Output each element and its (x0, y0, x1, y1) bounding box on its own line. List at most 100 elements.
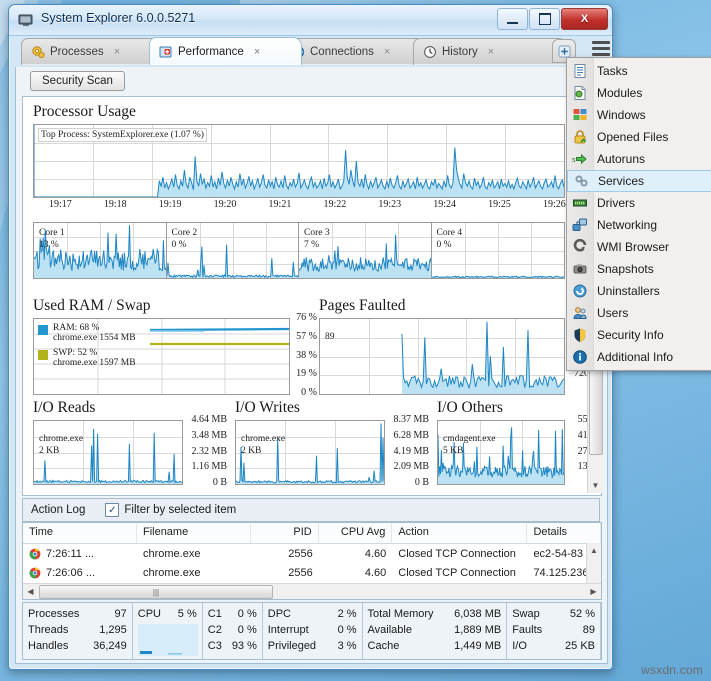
column-header-cpu-avg[interactable]: CPU Avg (319, 523, 393, 543)
swap-label: SWP: 52 % (53, 348, 136, 358)
status-value: 1,889 MB (454, 622, 501, 638)
hscrollbar-thumb[interactable]: ||| (39, 585, 273, 599)
status-row: I/O25 KB (512, 638, 595, 654)
core-chart-3: Core 37 % (298, 222, 433, 279)
status-row: Swap52 % (512, 606, 595, 622)
scroll-up-icon[interactable]: ▲ (587, 543, 601, 557)
core-name: Core 3 (304, 227, 330, 239)
status-row: CPU5 % (138, 606, 197, 622)
tab-connections[interactable]: Connections × (281, 38, 432, 65)
column-header-time[interactable]: Time (23, 523, 137, 543)
scroll-down-icon[interactable]: ▼ (588, 478, 603, 493)
menu-item-label: Opened Files (597, 130, 668, 144)
menu-item-additional-info[interactable]: Additional Info (567, 346, 711, 368)
tab-strip: Processes × Performance × (9, 36, 612, 64)
services-gear-icon (572, 173, 590, 189)
tab-close-icon[interactable]: × (254, 46, 260, 58)
action-log-header: Action Log ✓ Filter by selected item (22, 498, 600, 522)
menu-item-tasks[interactable]: Tasks (567, 60, 711, 82)
info-icon (571, 349, 589, 365)
wmi-icon (571, 239, 589, 255)
shield-icon (571, 327, 589, 343)
x-tick: 19:20 (214, 199, 237, 210)
svg-text:s: s (572, 157, 576, 164)
tab-history[interactable]: History × (413, 38, 568, 65)
menu-item-opened-files[interactable]: Opened Files (567, 126, 711, 148)
menu-item-snapshots[interactable]: Snapshots (567, 258, 711, 280)
log-filename: chrome.exe (137, 548, 251, 560)
menu-item-autoruns[interactable]: sAutoruns (567, 148, 711, 170)
column-header-details[interactable]: Details (527, 523, 601, 543)
table-row[interactable]: 7:26:11 ...chrome.exe25564.60Closed TCP … (23, 544, 601, 563)
core-chart-1: Core 113 % (33, 222, 168, 279)
status-row: Processes97 (28, 606, 127, 622)
status-key: Processes (28, 606, 89, 622)
column-header-pid[interactable]: PID (251, 523, 319, 543)
close-button[interactable]: X (561, 8, 608, 30)
status-bar: Processes97Threads1,295Handles36,249CPU5… (22, 602, 602, 660)
windows-icon (571, 107, 589, 123)
core-chart-2: Core 20 % (166, 222, 301, 279)
io-writes-title: I/O Writes (235, 399, 300, 417)
column-header-filename[interactable]: Filename (137, 523, 251, 543)
core-name: Core 4 (437, 227, 463, 239)
status-row: Cache 1,449 MB (368, 638, 502, 654)
status-key: C2 (208, 622, 232, 638)
status-key: C3 (208, 638, 232, 654)
status-row: Interrupt0 % (268, 622, 357, 638)
y-tick: 2.32 MB (183, 446, 227, 457)
lock-icon (571, 129, 589, 145)
menu-item-wmi-browser[interactable]: WMI Browser (567, 236, 711, 258)
action-log-hscrollbar[interactable]: ◀ ||| ▶ (23, 583, 601, 599)
menu-item-networking[interactable]: Networking (567, 214, 711, 236)
security-scan-button[interactable]: Security Scan (30, 71, 125, 91)
y-tick: 8.37 MB (385, 414, 429, 425)
y-tick: 19 % (289, 368, 317, 379)
x-tick: 19:17 (49, 199, 72, 210)
action-log-table[interactable]: Time Filename PID CPU Avg Action Details… (22, 522, 602, 600)
status-value: 1,449 MB (454, 638, 501, 654)
io-process-name: cmdagent.exe (443, 433, 496, 445)
io-writes-chart: chrome.exe2 KB (235, 420, 385, 485)
menu-item-uninstallers[interactable]: Uninstallers (567, 280, 711, 302)
x-tick: 19:26 (543, 199, 566, 210)
io-process-name: chrome.exe (241, 433, 285, 445)
menu-item-users[interactable]: Users (567, 302, 711, 324)
minimize-button[interactable] (497, 8, 528, 30)
processor-usage-title: Processor Usage (33, 103, 136, 121)
core-value: 0 % (437, 239, 463, 251)
status-value: 52 % (570, 606, 595, 622)
menu-item-modules[interactable]: Modules (567, 82, 711, 104)
scroll-left-icon[interactable]: ◀ (23, 584, 38, 599)
scroll-right-icon[interactable]: ▶ (586, 584, 601, 599)
menu-button[interactable] (592, 41, 610, 56)
column-header-action[interactable]: Action (392, 523, 527, 543)
status-key: Cache (368, 638, 410, 654)
menu-item-drivers[interactable]: Drivers (567, 192, 711, 214)
filter-by-selected-item-checkbox[interactable]: ✓ Filter by selected item (105, 503, 236, 517)
maximize-button[interactable] (529, 8, 560, 30)
arrow-right-icon: s (571, 151, 589, 167)
core-label: Core 40 % (437, 227, 463, 251)
table-row[interactable]: 7:26:06 ...chrome.exe25564.60Closed TCP … (23, 563, 601, 582)
tab-processes[interactable]: Processes × (21, 38, 168, 65)
tab-close-icon[interactable]: × (384, 46, 390, 58)
status-value: 0 % (238, 606, 257, 622)
tab-close-icon[interactable]: × (114, 46, 120, 58)
pages-faulted-plot (320, 319, 564, 394)
menu-item-security-info[interactable]: Security Info (567, 324, 711, 346)
filter-label: Filter by selected item (124, 504, 236, 516)
top-process-label: Top Process: SystemExplorer.exe (1.07 %) (38, 128, 207, 142)
tab-performance[interactable]: Performance × (149, 37, 302, 65)
checkbox-icon[interactable]: ✓ (105, 503, 119, 517)
menu-item-label: Users (597, 306, 628, 320)
more-tools-menu[interactable]: TasksModulesWindows Opened Files sAutoruns… (566, 57, 711, 371)
menu-item-services[interactable]: Services (567, 170, 711, 192)
status-value: 3 % (338, 638, 357, 654)
window-title: System Explorer 6.0.0.5271 (41, 11, 195, 25)
core-label: Core 20 % (172, 227, 198, 251)
tab-close-icon[interactable]: × (488, 46, 494, 58)
io-top-process: chrome.exe2 KB (241, 433, 285, 457)
menu-item-windows[interactable]: Windows (567, 104, 711, 126)
client-area: Security Scan Processor Usage Top Proces… (15, 67, 608, 664)
